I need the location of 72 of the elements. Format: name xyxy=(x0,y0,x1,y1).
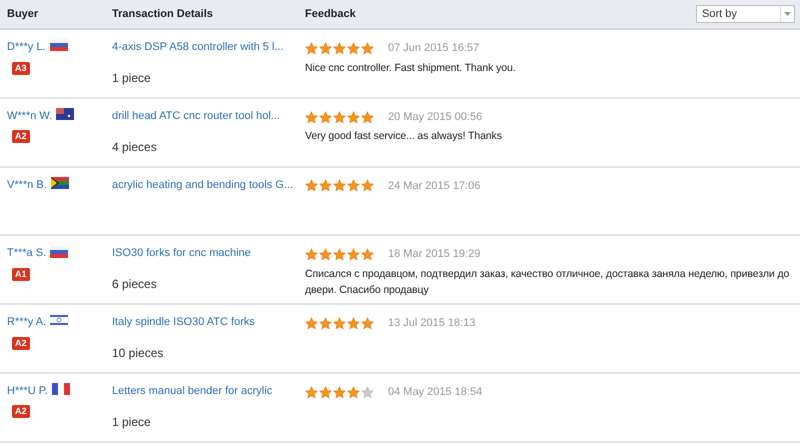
buyer-name[interactable]: R***y A. xyxy=(7,314,46,331)
filled-star-icon xyxy=(347,248,360,262)
filled-star-icon xyxy=(319,248,332,262)
feedback-date: 18 Mar 2015 19:29 xyxy=(388,247,480,262)
feedback-date: 20 May 2015 00:56 xyxy=(388,110,482,125)
filled-star-icon xyxy=(333,316,346,330)
column-header: Buyer xyxy=(7,8,38,20)
filled-star-icon xyxy=(305,179,318,192)
quantity-text: 1 piece xyxy=(112,414,151,431)
filled-star-icon xyxy=(347,179,360,192)
buyer-name[interactable]: V***n B. xyxy=(7,176,47,194)
filled-star-icon xyxy=(361,316,374,330)
filled-star-icon xyxy=(319,110,332,124)
flag-icon xyxy=(50,314,68,326)
quantity-text: 4 pieces xyxy=(112,138,157,156)
sort-dropdown[interactable]: Sort by xyxy=(696,5,795,23)
filled-star-icon xyxy=(333,42,346,55)
column-header: Feedback xyxy=(305,8,356,20)
column-header: Transaction Details xyxy=(112,8,213,20)
filled-star-icon xyxy=(319,386,332,399)
quantity-text: 10 pieces xyxy=(112,344,164,362)
buyer-name[interactable]: D***y L. xyxy=(7,39,46,56)
product-link[interactable]: 4-axis DSP A58 controller with 5 l... xyxy=(112,39,284,56)
level-badge: A1 xyxy=(12,268,30,281)
level-badge: A2 xyxy=(12,405,30,418)
filled-star-icon xyxy=(347,110,360,124)
filled-star-icon xyxy=(361,248,374,262)
filled-star-icon xyxy=(347,42,360,55)
product-link[interactable]: acrylic heating and bending tools G... xyxy=(112,176,294,194)
product-link[interactable]: ISO30 forks for cnc machine xyxy=(112,245,251,262)
feedback-date: 04 May 2015 18:54 xyxy=(388,384,482,400)
feedback-date: 24 Mar 2015 17:06 xyxy=(388,178,480,194)
feedback-comment: Списался с продавцом, подтвердил заказ, качество отличное, доставка заняла неделю, привезли до двери. Спасибо продавцу xyxy=(305,266,790,298)
filled-star-icon xyxy=(333,110,346,124)
feedback-comment: Nice cnc controller. Fast shipment. Thank you. xyxy=(305,60,517,76)
filled-star-icon xyxy=(305,110,318,124)
filled-star-icon xyxy=(305,42,318,55)
product-link[interactable]: Italy spindle ISO30 ATC forks xyxy=(112,314,255,331)
flag-icon xyxy=(50,39,68,52)
filled-star-icon xyxy=(361,179,374,192)
filled-star-icon xyxy=(305,316,318,330)
filled-star-icon xyxy=(333,179,346,192)
filled-star-icon xyxy=(319,179,332,192)
product-link[interactable]: drill head ATC cnc router tool hol... xyxy=(112,108,280,124)
caret-icon xyxy=(784,12,791,16)
flag-icon xyxy=(52,383,70,396)
filled-star-icon xyxy=(333,248,346,262)
feedback-comment: Very good fast service... as always! Thanks xyxy=(305,129,503,144)
flag-icon xyxy=(50,176,69,189)
filled-star-icon xyxy=(347,316,360,330)
filled-star-icon xyxy=(305,248,318,262)
filled-star-icon xyxy=(319,42,332,55)
buyer-name[interactable]: H***U P. xyxy=(7,382,48,400)
filled-star-icon xyxy=(305,386,318,399)
filled-star-icon xyxy=(333,386,346,399)
feedback-date: 07 Jun 2015 16:57 xyxy=(388,41,480,56)
filled-star-icon xyxy=(347,386,360,399)
flag-icon xyxy=(50,246,68,258)
quantity-text: 1 piece xyxy=(112,70,151,87)
level-badge: A2 xyxy=(12,130,30,144)
level-badge: A2 xyxy=(12,336,30,350)
buyer-name[interactable]: T***a S. xyxy=(7,245,46,262)
flag-icon xyxy=(56,108,74,120)
filled-star-icon xyxy=(361,42,374,55)
filled-star-icon xyxy=(361,110,374,124)
filled-star-icon xyxy=(319,316,332,330)
level-badge: A3 xyxy=(12,62,30,74)
product-link[interactable]: Letters manual bender for acrylic xyxy=(112,382,272,400)
buyer-name[interactable]: W***n W. xyxy=(7,108,52,124)
quantity-text: 6 pieces xyxy=(112,276,157,294)
empty-star-icon xyxy=(361,386,374,399)
feedback-date: 13 Jul 2015 18:13 xyxy=(388,316,476,332)
